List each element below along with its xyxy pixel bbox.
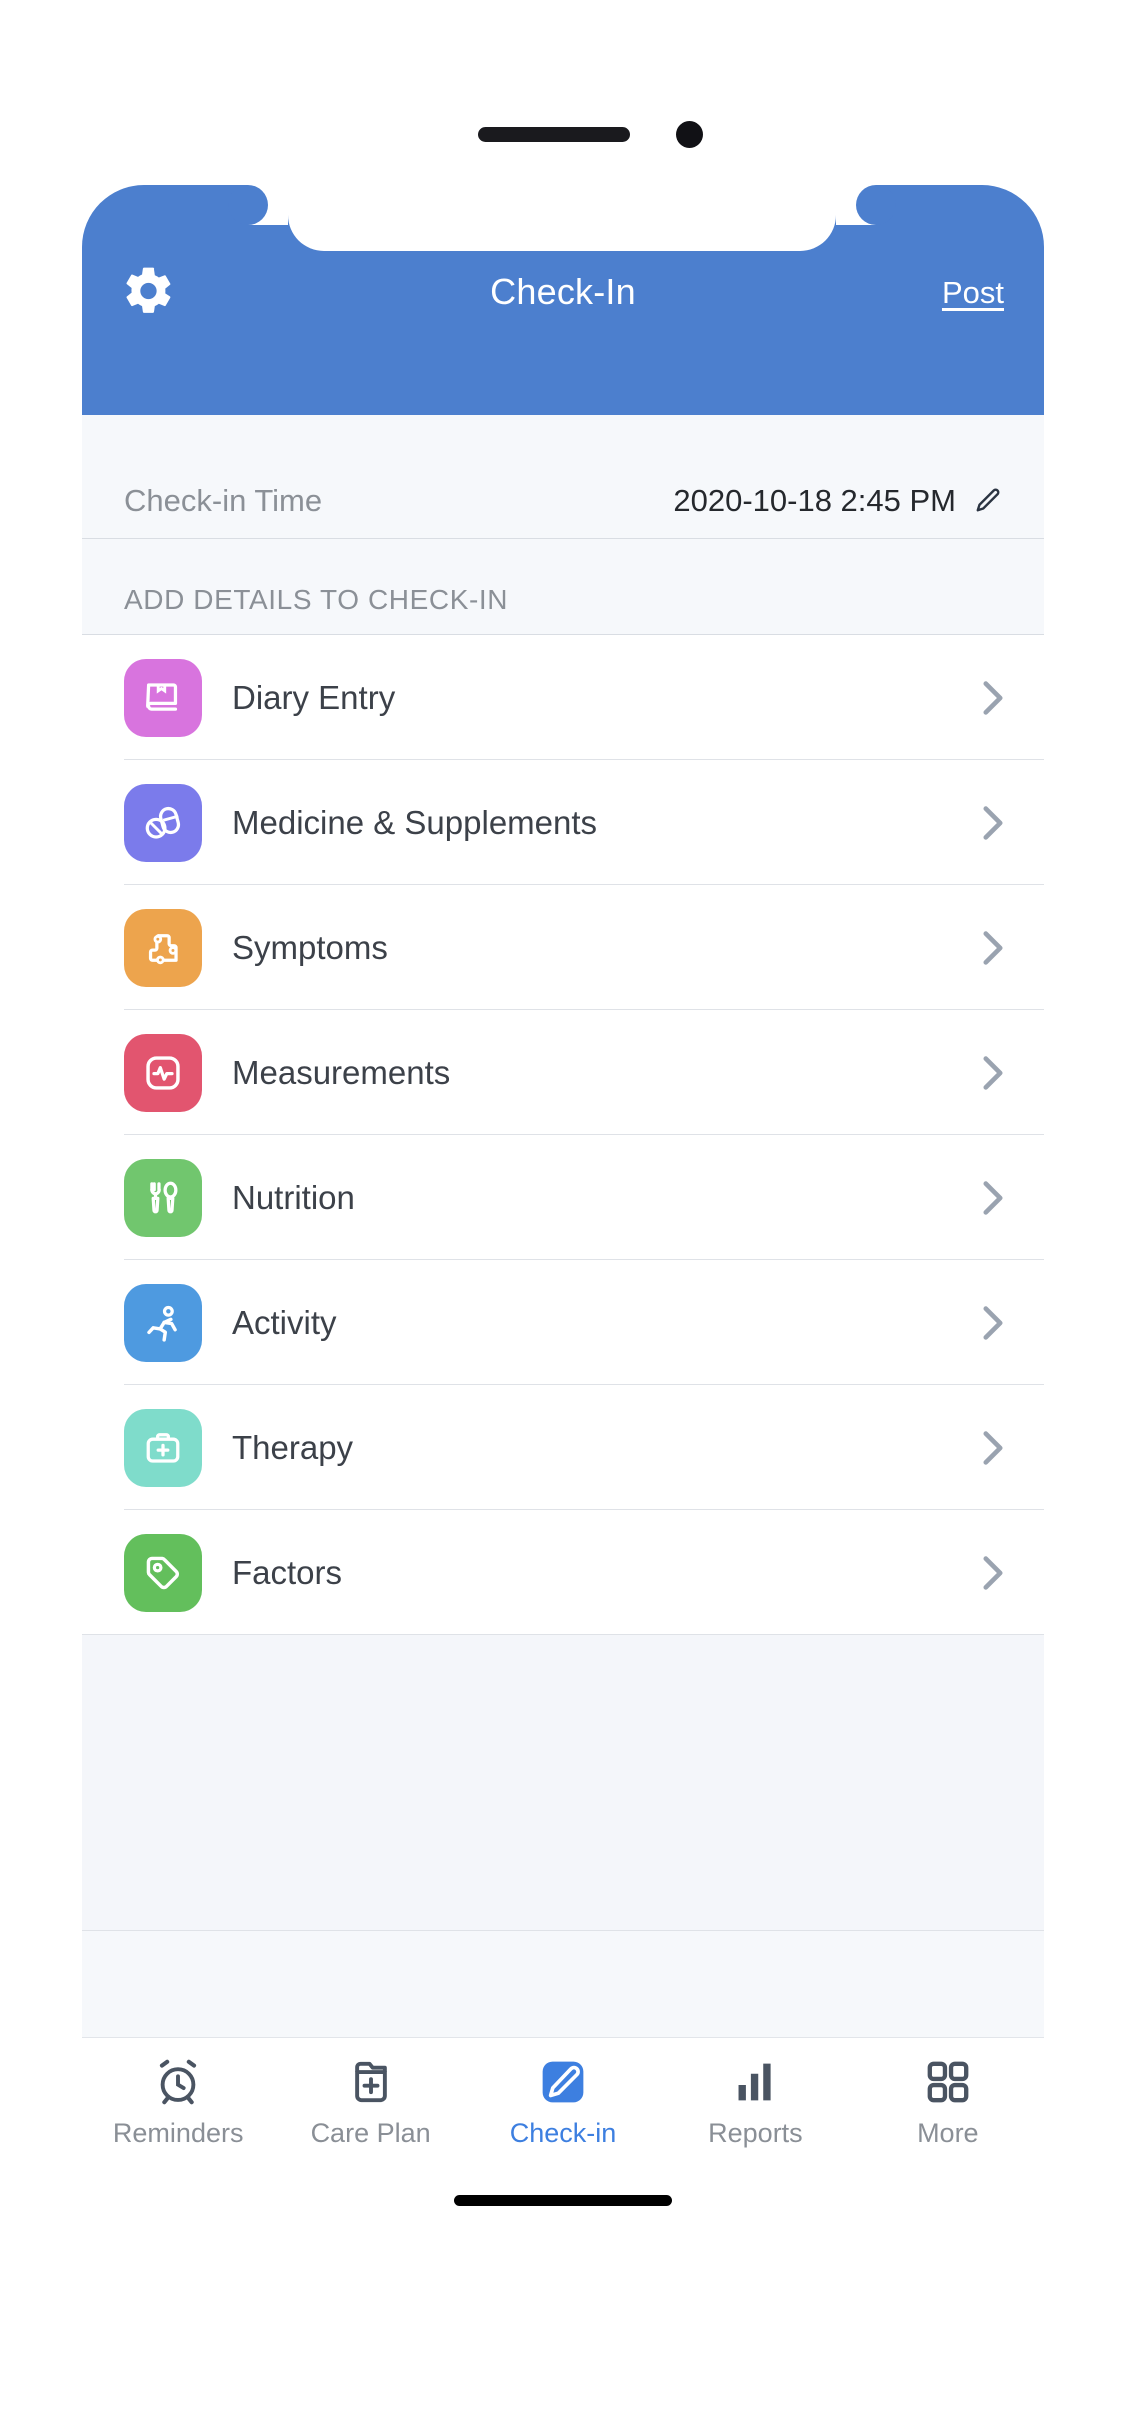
tab-label: More xyxy=(917,2118,979,2148)
tag-icon xyxy=(146,1556,179,1589)
list-item-label: Activity xyxy=(232,1303,337,1341)
list-item-label: Nutrition xyxy=(232,1178,355,1216)
content-area: Check-in Time 2020-10-18 2:45 PM ADD DET… xyxy=(82,415,1044,2115)
bar-chart-icon xyxy=(738,2063,772,2101)
list-item-activity[interactable]: Activity xyxy=(82,1260,1044,1385)
list-item-label: Factors xyxy=(232,1553,343,1591)
checkin-time-value: 2020-10-18 2:45 PM xyxy=(673,482,956,518)
pill-icon xyxy=(145,806,181,839)
cutlery-icon xyxy=(150,1181,178,1213)
therapy-icon-badge xyxy=(124,1408,202,1487)
detail-list: Diary Entry Medicine & Supplements Sympt… xyxy=(82,635,1044,1635)
post-button[interactable]: Post xyxy=(942,275,1004,311)
notch-corner-left xyxy=(228,179,288,225)
tab-reports[interactable]: Reports xyxy=(659,2038,851,2167)
empty-space xyxy=(82,1635,1044,1931)
medicine-icon-badge xyxy=(124,783,202,862)
list-item-nutrition[interactable]: Nutrition xyxy=(82,1135,1044,1260)
chevron-right-icon xyxy=(983,680,1003,715)
tab-label: Reminders xyxy=(112,2118,244,2148)
section-header: ADD DETAILS TO CHECK-IN xyxy=(82,565,1044,635)
diary-entry-icon-badge xyxy=(124,658,202,737)
chevron-right-icon xyxy=(983,1555,1003,1590)
pencil-square-icon xyxy=(542,2061,584,2103)
home-indicator xyxy=(454,2195,672,2206)
app-header: Check-In Post xyxy=(82,121,1044,415)
tab-more[interactable]: More xyxy=(852,2038,1044,2167)
medical-folder-icon xyxy=(354,2061,387,2103)
list-item-label: Symptoms xyxy=(232,928,388,966)
list-item-label: Therapy xyxy=(232,1428,354,1466)
list-item-label: Diary Entry xyxy=(232,678,396,716)
running-icon xyxy=(147,1305,177,1342)
list-item-medicine-supplements[interactable]: Medicine & Supplements xyxy=(82,760,1044,885)
front-camera xyxy=(676,121,703,148)
page-title: Check-In xyxy=(490,271,636,312)
chevron-right-icon xyxy=(983,930,1003,965)
pulse-icon xyxy=(146,1055,180,1090)
checkin-time-row[interactable]: Check-in Time 2020-10-18 2:45 PM xyxy=(82,463,1044,539)
tab-check-in[interactable]: Check-in xyxy=(467,2038,659,2167)
pencil-icon[interactable] xyxy=(972,486,1002,516)
tab-label: Care Plan xyxy=(310,2118,431,2148)
factors-icon-badge xyxy=(124,1533,202,1612)
notch-corner-right xyxy=(836,179,896,225)
tab-reminders[interactable]: Reminders xyxy=(82,2038,274,2167)
symptoms-icon-badge xyxy=(124,908,202,987)
list-item-factors[interactable]: Factors xyxy=(82,1510,1044,1635)
list-item-therapy[interactable]: Therapy xyxy=(82,1385,1044,1510)
list-item-label: Medicine & Supplements xyxy=(232,803,598,841)
device-notch xyxy=(288,179,836,251)
measurements-icon-badge xyxy=(124,1033,202,1112)
medkit-icon xyxy=(146,1432,180,1463)
phone-frame: Check-In Post Check-in Time 2020-10-18 2… xyxy=(82,121,1044,2245)
alarm-clock-icon xyxy=(160,2059,197,2105)
checkin-time-label: Check-in Time xyxy=(124,482,323,518)
book-icon xyxy=(146,682,178,711)
chevron-right-icon xyxy=(983,1055,1003,1090)
nutrition-icon-badge xyxy=(124,1158,202,1237)
earpiece-speaker xyxy=(478,127,630,142)
list-item-label: Measurements xyxy=(232,1053,451,1091)
list-item-diary-entry[interactable]: Diary Entry xyxy=(82,635,1044,760)
chevron-right-icon xyxy=(983,1430,1003,1465)
list-item-symptoms[interactable]: Symptoms xyxy=(82,885,1044,1010)
chevron-right-icon xyxy=(983,1305,1003,1340)
grid-icon xyxy=(927,2061,969,2103)
checkin-time-value-group: 2020-10-18 2:45 PM xyxy=(673,483,1002,519)
list-item-measurements[interactable]: Measurements xyxy=(82,1010,1044,1135)
chevron-right-icon xyxy=(983,1180,1003,1215)
activity-icon-badge xyxy=(124,1283,202,1362)
chevron-right-icon xyxy=(983,805,1003,840)
tab-label: Check-in xyxy=(509,2118,617,2148)
tab-care-plan[interactable]: Care Plan xyxy=(274,2038,466,2167)
bottom-tab-bar: Reminders Care Plan Check-in Reports Mor… xyxy=(82,2037,1044,2167)
tab-label: Reports xyxy=(708,2118,803,2148)
body-icon xyxy=(148,933,178,964)
